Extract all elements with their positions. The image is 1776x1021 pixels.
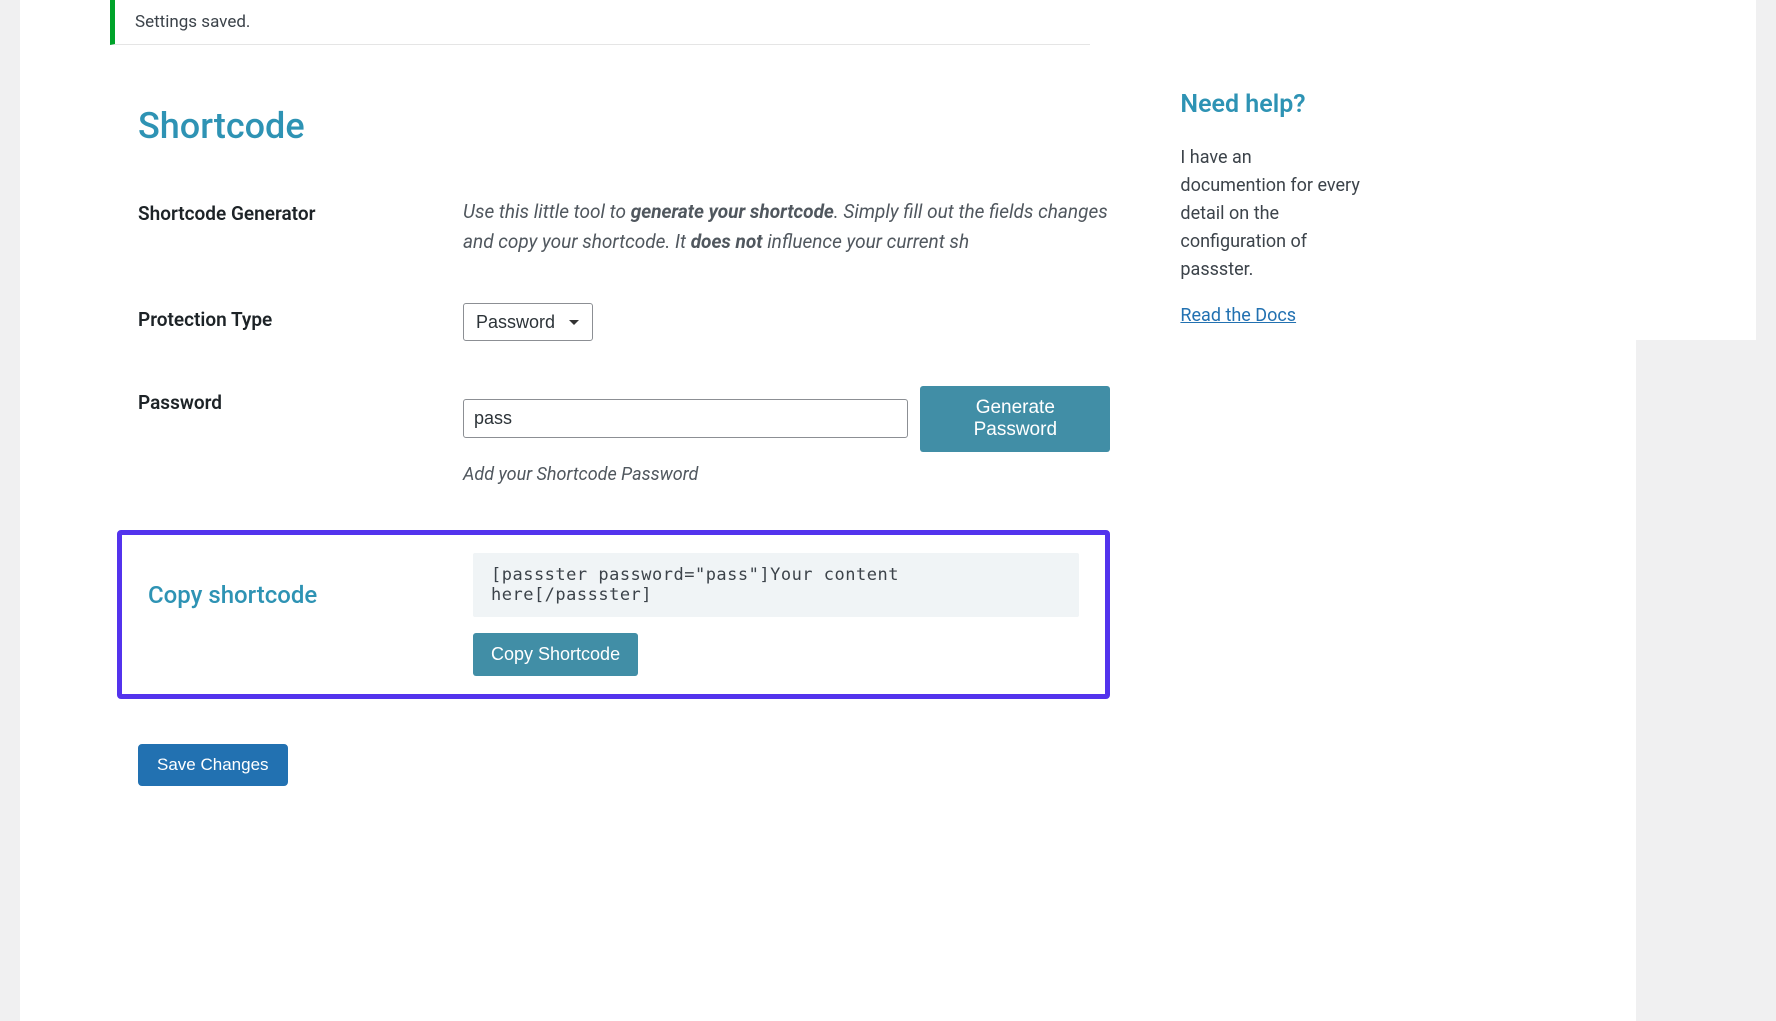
copy-shortcode-label: Copy shortcode <box>148 553 473 676</box>
sidebar: Need help? I have an documention for eve… <box>1110 60 1390 786</box>
read-the-docs-link[interactable]: Read the Docs <box>1180 305 1296 326</box>
sidebar-help-text: I have an documention for every detail o… <box>1180 144 1360 283</box>
password-input[interactable] <box>463 399 908 438</box>
copy-shortcode-button[interactable]: Copy Shortcode <box>473 633 638 676</box>
sidebar-help-title: Need help? <box>1180 90 1360 119</box>
generate-password-button[interactable]: Generate Password <box>920 386 1110 452</box>
shortcode-display: [passster password="pass"]Your content h… <box>473 553 1079 617</box>
save-changes-button[interactable]: Save Changes <box>138 744 288 786</box>
right-background <box>1636 340 1756 1021</box>
notice-message: Settings saved. <box>135 12 250 32</box>
settings-saved-notice: Settings saved. <box>110 0 1090 45</box>
copy-shortcode-highlight-box: Copy shortcode [passster password="pass"… <box>117 530 1110 699</box>
generator-description: Use this little tool to generate your sh… <box>463 197 1110 258</box>
protection-type-label: Protection Type <box>138 303 463 331</box>
main-content: Shortcode Shortcode Generator Use this l… <box>138 60 1110 786</box>
password-label: Password <box>138 386 463 414</box>
password-helper-text: Add your Shortcode Password <box>463 464 1110 485</box>
protection-type-select[interactable]: Password <box>463 303 593 341</box>
shortcode-generator-label: Shortcode Generator <box>138 197 463 225</box>
section-title: Shortcode <box>138 105 1110 147</box>
